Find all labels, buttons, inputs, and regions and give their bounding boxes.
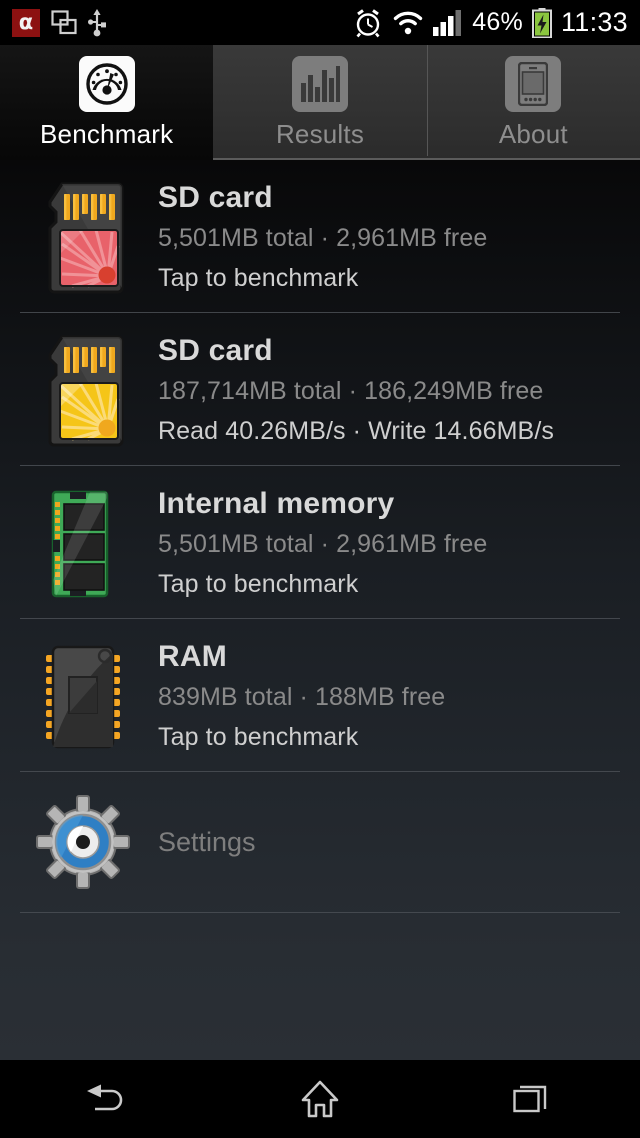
memory-module-green-icon [40, 488, 126, 600]
list-item-status: Tap to benchmark [158, 723, 359, 752]
gauge-icon [78, 56, 135, 112]
bar-chart-icon [291, 56, 348, 112]
status-bar: α 46% 11:33 [0, 0, 640, 45]
recents-button[interactable] [427, 1060, 640, 1138]
list-item-title: SD card [158, 181, 273, 214]
status-bar-right-icons: 46% 11:33 [353, 7, 628, 38]
home-icon [300, 1079, 340, 1119]
signal-icon [433, 9, 463, 36]
list-item-settings[interactable]: Settings [0, 772, 640, 912]
list-item-subtitle: 839MB total · 188MB free [158, 683, 446, 712]
list-item-title: SD card [158, 334, 273, 367]
list-item-text: SD card 5,501MB total · 2,961MB free Tap… [158, 178, 487, 293]
ram-chip-icon [40, 641, 126, 753]
list-item-status: Tap to benchmark [158, 570, 359, 599]
list-item-ram[interactable]: RAM 839MB total · 188MB free Tap to benc… [0, 619, 640, 771]
home-button[interactable] [213, 1060, 426, 1138]
recents-icon [513, 1081, 553, 1117]
list-item-subtitle: 5,501MB total · 2,961MB free [158, 530, 488, 559]
sd-card-red-icon [40, 182, 126, 294]
list-divider [20, 912, 620, 913]
battery-charging-icon [531, 7, 552, 38]
list-item-title: Internal memory [158, 487, 395, 520]
tab-about-label: About [498, 119, 568, 149]
benchmark-list[interactable]: SD card 5,501MB total · 2,961MB free Tap… [0, 160, 640, 1060]
tab-about[interactable]: About [426, 45, 640, 160]
tab-results[interactable]: Results [213, 45, 427, 160]
list-item-title: RAM [158, 640, 227, 673]
list-item-internal-memory[interactable]: Internal memory 5,501MB total · 2,961MB … [0, 466, 640, 618]
navigation-bar [0, 1060, 640, 1138]
back-icon [85, 1081, 129, 1117]
settings-label: Settings [158, 826, 256, 857]
alarm-icon [353, 8, 383, 38]
list-item-status: Tap to benchmark [158, 264, 359, 293]
tab-results-label: Results [275, 119, 365, 149]
sd-card-yellow-icon [40, 335, 126, 447]
tab-benchmark-label: Benchmark [40, 119, 174, 149]
list-item-text: Internal memory 5,501MB total · 2,961MB … [158, 484, 487, 599]
phone-icon [505, 56, 562, 112]
phone-screen: α 46% 11:33 Benchmark Results About SD c… [0, 0, 640, 1138]
avira-shield-icon: α [12, 8, 40, 37]
list-item-text: RAM 839MB total · 188MB free Tap to benc… [158, 637, 445, 752]
usb-icon [88, 8, 106, 37]
status-bar-left-icons: α [12, 8, 106, 37]
clock-label: 11:33 [560, 7, 628, 37]
battery-percent-label: 46% [472, 8, 523, 36]
back-button[interactable] [0, 1060, 213, 1138]
gear-icon [35, 794, 131, 890]
list-item-sd-card-red[interactable]: SD card 5,501MB total · 2,961MB free Tap… [0, 160, 640, 312]
wifi-icon [392, 10, 424, 36]
tab-benchmark[interactable]: Benchmark [0, 45, 215, 160]
avira-glyph: α [18, 10, 34, 34]
list-item-sd-card-yellow[interactable]: SD card 187,714MB total · 186,249MB free… [0, 313, 640, 465]
list-item-subtitle: 187,714MB total · 186,249MB free [158, 377, 544, 406]
tab-bar: Benchmark Results About [0, 45, 640, 160]
list-item-text: SD card 187,714MB total · 186,249MB free… [158, 331, 554, 446]
list-item-subtitle: 5,501MB total · 2,961MB free [158, 224, 488, 253]
list-item-status: Read 40.26MB/s · Write 14.66MB/s [158, 417, 554, 446]
screenshot-icon [51, 9, 77, 36]
